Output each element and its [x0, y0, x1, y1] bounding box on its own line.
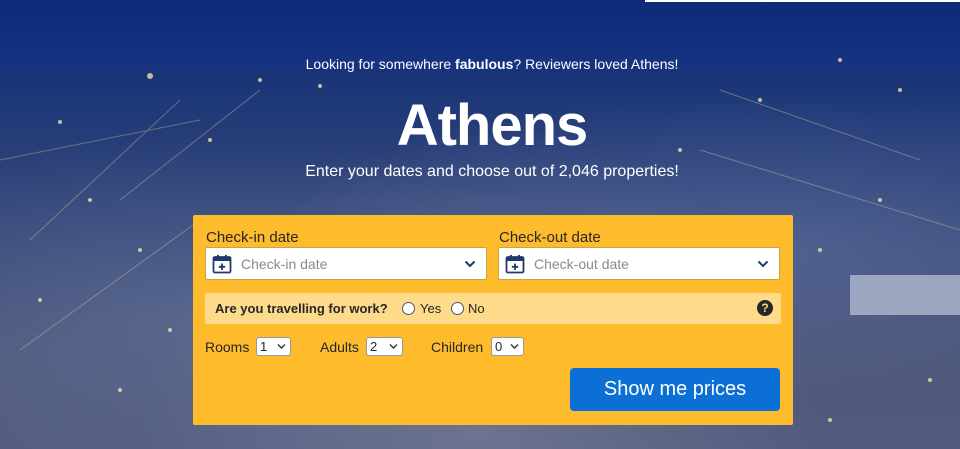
chevron-down-icon: [277, 344, 286, 349]
tagline-text-end: ? Reviewers loved Athens!: [513, 56, 679, 72]
checkout-placeholder: Check-out date: [534, 256, 629, 272]
rooms-label: Rooms: [205, 339, 250, 355]
work-yes-label[interactable]: Yes: [420, 301, 441, 316]
calendar-icon: [212, 255, 232, 274]
work-no-label[interactable]: No: [468, 301, 485, 316]
tagline-text: Looking for somewhere: [305, 56, 456, 72]
rooms-value: 1: [260, 339, 268, 354]
hero-subtitle: Enter your dates and choose out of 2,046…: [305, 163, 679, 180]
checkin-field[interactable]: Check-in date: [205, 247, 487, 280]
top-divider: [645, 0, 960, 2]
work-travel-question: Are you travelling for work?: [215, 301, 388, 316]
show-prices-button[interactable]: Show me prices: [570, 368, 780, 411]
work-no-radio[interactable]: [451, 302, 464, 315]
checkin-placeholder: Check-in date: [241, 256, 328, 272]
adults-select[interactable]: 2: [366, 337, 403, 356]
checkout-label: Check-out date: [499, 229, 601, 246]
children-label: Children: [431, 339, 484, 355]
chevron-down-icon: [464, 260, 476, 268]
tagline-emphasis: fabulous: [455, 56, 514, 72]
rooms-select[interactable]: 1: [256, 337, 291, 356]
calendar-icon: [505, 255, 525, 274]
adults-label: Adults: [320, 339, 359, 355]
work-yes-radio[interactable]: [402, 302, 415, 315]
hero-tagline: Looking for somewhere fabulous? Reviewer…: [0, 56, 960, 72]
children-select[interactable]: 0: [491, 337, 524, 356]
search-form: Check-in date Check-in date Check-out da…: [193, 215, 793, 425]
chevron-down-icon: [757, 260, 769, 268]
checkout-field[interactable]: Check-out date: [498, 247, 780, 280]
help-icon[interactable]: ?: [757, 300, 773, 316]
children-value: 0: [495, 339, 503, 354]
chevron-down-icon: [389, 344, 398, 349]
adults-value: 2: [370, 339, 378, 354]
work-travel-row: Are you travelling for work? Yes No ?: [205, 293, 781, 324]
checkin-label: Check-in date: [206, 229, 299, 246]
page-title: Athens: [396, 93, 589, 158]
chevron-down-icon: [510, 344, 519, 349]
